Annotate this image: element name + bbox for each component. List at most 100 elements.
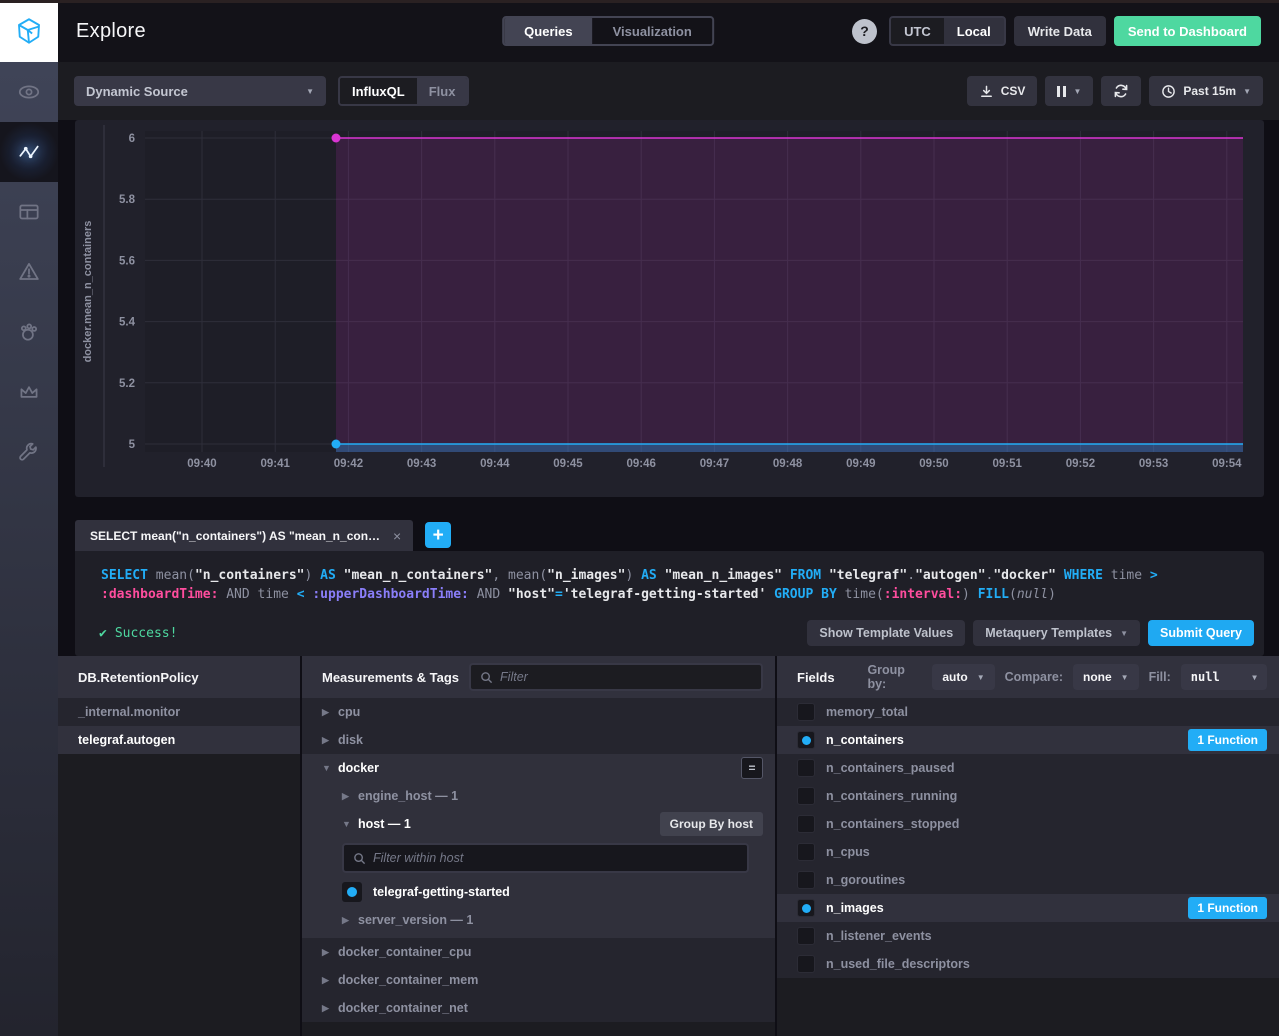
- show-template-values-button[interactable]: Show Template Values: [807, 620, 965, 646]
- measurement-item[interactable]: ▶docker_container_mem: [302, 966, 775, 994]
- tag-item[interactable]: ▼host — 1Group By host: [302, 810, 775, 838]
- tag-value-filter-input[interactable]: [373, 851, 738, 865]
- field-item[interactable]: n_used_file_descriptors: [777, 950, 1279, 978]
- field-item[interactable]: n_cpus: [777, 838, 1279, 866]
- sidebar-item-hosts[interactable]: [0, 62, 58, 122]
- field-checkbox[interactable]: [797, 703, 815, 721]
- svg-text:5.6: 5.6: [119, 255, 135, 267]
- sidebar-item-dashboards[interactable]: [0, 182, 58, 242]
- caret-right-icon[interactable]: ▶: [322, 975, 338, 986]
- query-editor-buttons: Show Template Values Metaquery Templates…: [807, 620, 1254, 646]
- field-item[interactable]: n_images1 Function: [777, 894, 1279, 922]
- add-query-button[interactable]: +: [425, 522, 451, 548]
- field-item[interactable]: memory_total: [777, 698, 1279, 726]
- caret-right-icon[interactable]: ▶: [322, 1003, 338, 1014]
- function-count-badge[interactable]: 1 Function: [1188, 897, 1267, 919]
- caret-right-icon[interactable]: ▶: [342, 791, 358, 802]
- submit-query-button[interactable]: Submit Query: [1148, 620, 1254, 646]
- sidebar-item-alerts[interactable]: [0, 242, 58, 302]
- field-checkbox[interactable]: [797, 871, 815, 889]
- help-button[interactable]: ?: [852, 19, 877, 44]
- metaquery-templates-dropdown[interactable]: Metaquery Templates ▼: [973, 620, 1140, 646]
- tag-value-filter: [342, 843, 749, 873]
- query-tab[interactable]: SELECT mean("n_containers") AS "mean_n_c…: [75, 520, 413, 551]
- field-item[interactable]: n_containers_running: [777, 782, 1279, 810]
- chevron-down-icon: ▼: [1252, 673, 1257, 682]
- sidebar-item-configuration[interactable]: [0, 422, 58, 482]
- timezone-local-button[interactable]: Local: [944, 18, 1004, 44]
- download-csv-button[interactable]: CSV: [967, 76, 1038, 106]
- caret-right-icon[interactable]: ▶: [322, 735, 338, 746]
- field-item[interactable]: n_containers_paused: [777, 754, 1279, 782]
- refresh-button[interactable]: [1101, 76, 1141, 106]
- sidebar-item-logo[interactable]: [0, 0, 58, 62]
- field-checkbox[interactable]: [797, 731, 815, 749]
- query-code-input[interactable]: SELECT mean("n_containers") AS "mean_n_c…: [75, 564, 1264, 612]
- database-item[interactable]: _internal.monitor: [58, 698, 300, 726]
- compare-dropdown[interactable]: none ▼: [1073, 664, 1139, 690]
- measurement-item[interactable]: ▶docker_container_cpu: [302, 938, 775, 966]
- sidebar-nav: [0, 0, 58, 1036]
- sidebar-item-admin[interactable]: [0, 302, 58, 362]
- function-count-badge[interactable]: 1 Function: [1188, 729, 1267, 751]
- timezone-toggle: UTC Local: [889, 16, 1006, 46]
- field-checkbox[interactable]: [797, 955, 815, 973]
- tab-visualization[interactable]: Visualization: [593, 18, 712, 44]
- send-to-dashboard-button[interactable]: Send to Dashboard: [1114, 16, 1261, 46]
- svg-text:docker.mean_n_containers: docker.mean_n_containers: [82, 221, 94, 363]
- field-checkbox[interactable]: [797, 815, 815, 833]
- field-checkbox[interactable]: [797, 899, 815, 917]
- time-range-dropdown[interactable]: Past 15m ▼: [1149, 76, 1263, 106]
- close-icon[interactable]: ×: [393, 529, 401, 543]
- field-checkbox[interactable]: [797, 759, 815, 777]
- tag-item[interactable]: ▶engine_host — 1: [302, 782, 775, 810]
- fill-dropdown[interactable]: null ▼: [1181, 664, 1267, 690]
- field-checkbox[interactable]: [797, 843, 815, 861]
- field-checkbox[interactable]: [797, 787, 815, 805]
- caret-down-icon[interactable]: ▼: [322, 763, 338, 773]
- tag-item[interactable]: ▶server_version — 1: [302, 906, 775, 934]
- equals-filter-button[interactable]: =: [741, 757, 763, 779]
- measurement-item[interactable]: ▶docker_container_net: [302, 994, 775, 1022]
- svg-text:09:51: 09:51: [992, 458, 1022, 470]
- tag-value-item[interactable]: telegraf-getting-started: [302, 878, 775, 906]
- measurement-item[interactable]: ▼docker =: [302, 754, 775, 782]
- measurement-filter-input[interactable]: [500, 670, 752, 684]
- measurement-item[interactable]: ▶disk: [302, 726, 775, 754]
- field-item[interactable]: n_goroutines: [777, 866, 1279, 894]
- svg-text:5.8: 5.8: [119, 194, 136, 206]
- sidebar-item-data-explorer[interactable]: [0, 122, 58, 182]
- field-item[interactable]: n_listener_events: [777, 922, 1279, 950]
- flux-button[interactable]: Flux: [417, 78, 468, 104]
- graph-line-icon: [16, 139, 42, 165]
- tag-value-checkbox[interactable]: [342, 882, 362, 902]
- source-dropdown[interactable]: Dynamic Source ▼: [74, 76, 326, 106]
- tab-queries[interactable]: Queries: [504, 18, 592, 44]
- field-item[interactable]: n_containers_stopped: [777, 810, 1279, 838]
- line-graph[interactable]: 55.25.45.65.8609:4009:4109:4209:4309:440…: [75, 120, 1264, 497]
- tag-name: engine_host — 1: [358, 789, 458, 803]
- caret-right-icon[interactable]: ▶: [342, 915, 358, 926]
- window-top-strip: [0, 0, 1279, 3]
- write-data-button[interactable]: Write Data: [1014, 16, 1106, 46]
- checked-dot-icon: [802, 904, 811, 913]
- field-checkbox[interactable]: [797, 927, 815, 945]
- group-by-host-button[interactable]: Group By host: [660, 812, 763, 836]
- chevron-down-icon: ▼: [1243, 87, 1251, 96]
- caret-right-icon[interactable]: ▶: [322, 947, 338, 958]
- measurement-item[interactable]: ▶cpu: [302, 698, 775, 726]
- measurement-filter: [469, 663, 763, 691]
- pause-refresh-dropdown[interactable]: ▼: [1045, 76, 1093, 106]
- group-by-dropdown[interactable]: auto ▼: [932, 664, 994, 690]
- field-name: memory_total: [826, 705, 908, 719]
- influxql-button[interactable]: InfluxQL: [340, 78, 417, 104]
- measurement-name: docker: [338, 761, 379, 775]
- database-item[interactable]: telegraf.autogen: [58, 726, 300, 754]
- timezone-utc-button[interactable]: UTC: [891, 18, 944, 44]
- svg-text:09:42: 09:42: [334, 458, 363, 470]
- sidebar-item-organizations[interactable]: [0, 362, 58, 422]
- refresh-icon: [1113, 83, 1129, 99]
- caret-right-icon[interactable]: ▶: [322, 707, 338, 718]
- caret-down-icon[interactable]: ▼: [342, 819, 358, 829]
- field-item[interactable]: n_containers1 Function: [777, 726, 1279, 754]
